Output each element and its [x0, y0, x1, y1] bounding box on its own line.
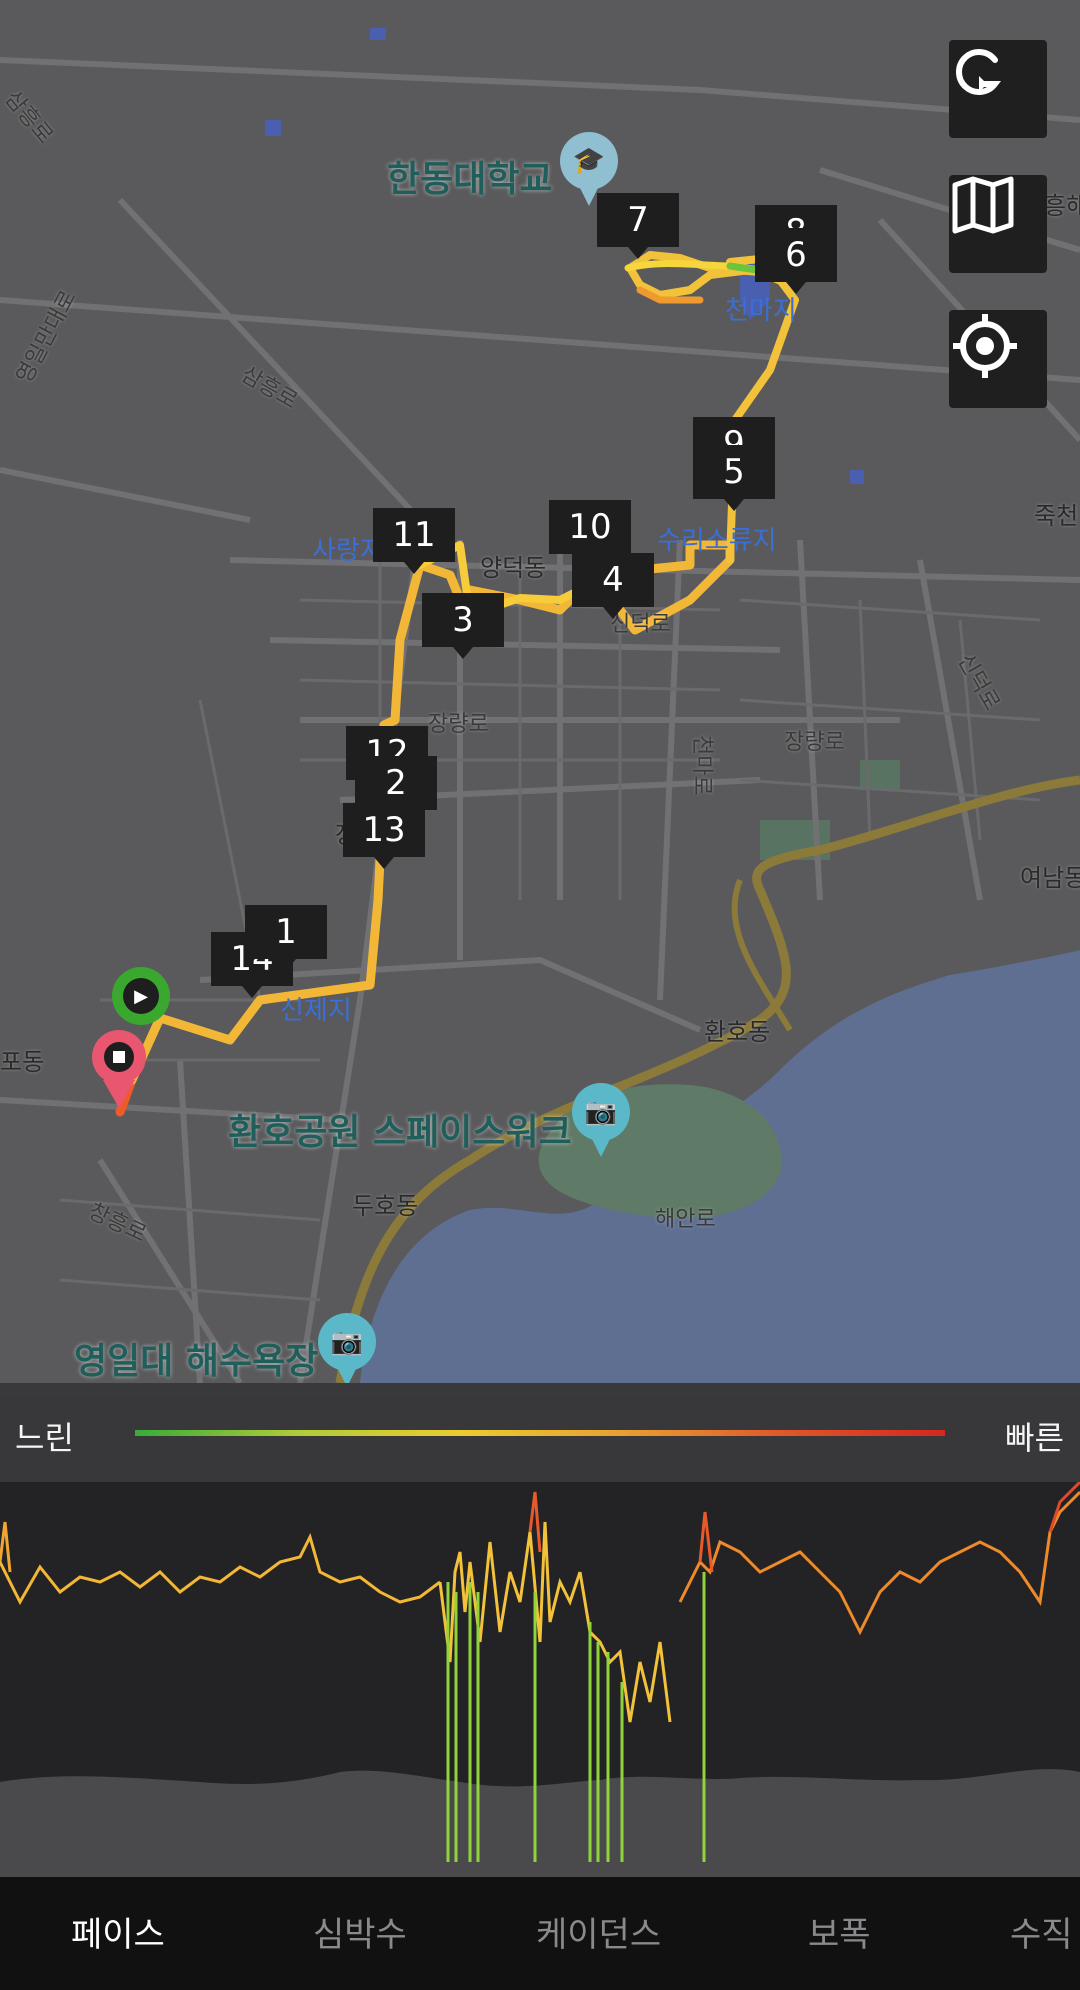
km-marker-2[interactable]: 2	[355, 756, 437, 822]
place-heunghae: 흥해	[1044, 192, 1080, 220]
place-yeonam-dong: 여남동	[1020, 864, 1080, 892]
place-po-dong: 포동	[0, 1048, 45, 1076]
map-type-button[interactable]	[949, 175, 1047, 273]
tab-cadence[interactable]: 케이던스	[536, 1907, 661, 1956]
end-pin[interactable]	[92, 1030, 146, 1108]
replay-icon	[956, 49, 1002, 95]
camera-poi-icon-beach[interactable]: 📷	[318, 1313, 376, 1383]
km-marker-5[interactable]: 5	[693, 445, 775, 511]
tab-vertical[interactable]: 수직	[1010, 1907, 1073, 1956]
place-jukcheon: 죽천	[1034, 502, 1079, 530]
camera-poi-icon[interactable]: 📷	[572, 1083, 630, 1157]
metric-tab-bar: 페이스 심박수 케이던스 보폭 수직	[0, 1877, 1080, 1990]
map-icon	[952, 176, 1014, 234]
km-marker-6[interactable]: 6	[755, 228, 837, 294]
place-duho-dong: 두호동	[352, 1192, 419, 1220]
place-cheonmaji: 천마지	[725, 296, 797, 326]
map-base-layer	[0, 28, 1080, 1383]
university-poi-icon[interactable]: 🎓	[560, 132, 618, 206]
km-marker-10[interactable]: 10	[549, 500, 631, 566]
tab-stride[interactable]: 보폭	[808, 1907, 871, 1956]
place-yangdeok-dong: 양덕동	[480, 554, 547, 582]
fast-label: 빠른	[1005, 1419, 1064, 1457]
route-map[interactable]: 한동대학교 천마지 사랑지 양덕동 수리소류지 신덕로 장량로 장량로 천마로 …	[0, 0, 1080, 1383]
pace-legend: 느린 빠른	[0, 1383, 1080, 1482]
replay-button[interactable]	[949, 40, 1047, 138]
pace-chart-svg	[0, 1482, 1080, 1877]
place-surisori-ji: 수리소류지	[657, 526, 777, 556]
tab-heart-rate[interactable]: 심박수	[313, 1907, 407, 1956]
km-marker-7[interactable]: 7	[597, 193, 679, 259]
road-cheonma-ro: 천마로	[689, 735, 714, 796]
place-hwanho-dong: 환호동	[704, 1018, 771, 1046]
place-hwanho-park-spacewalk: 환호공원 스페이스워크	[228, 1112, 572, 1153]
km-marker-11[interactable]: 11	[373, 508, 455, 574]
locate-button[interactable]	[949, 310, 1047, 408]
stop-icon	[113, 1051, 125, 1063]
slow-label: 느린	[15, 1419, 74, 1457]
target-icon	[953, 314, 1017, 378]
km-marker-13[interactable]: 13	[343, 803, 425, 869]
pace-gradient-bar	[135, 1430, 945, 1436]
km-marker-4[interactable]: 4	[572, 553, 654, 619]
road-janglyang-ro: 장량로	[428, 712, 489, 737]
place-yeongildae-beach: 영일대 해수욕장	[74, 1341, 319, 1382]
elevation-area	[0, 1769, 1080, 1877]
play-icon: ▶	[123, 978, 159, 1014]
place-sinjeji: 신제지	[280, 996, 352, 1026]
km-marker-1[interactable]: 1	[245, 905, 327, 971]
start-pin[interactable]: ▶	[112, 967, 170, 1025]
pace-line	[0, 1482, 1080, 1723]
road-haean-ro: 해안로	[655, 1207, 716, 1232]
km-marker-3[interactable]: 3	[422, 593, 504, 659]
road-janglyang-ro-east: 장량로	[784, 730, 845, 755]
place-handong-university: 한동대학교	[387, 159, 553, 200]
tab-pace[interactable]: 페이스	[71, 1907, 165, 1956]
pace-chart[interactable]	[0, 1482, 1080, 1877]
